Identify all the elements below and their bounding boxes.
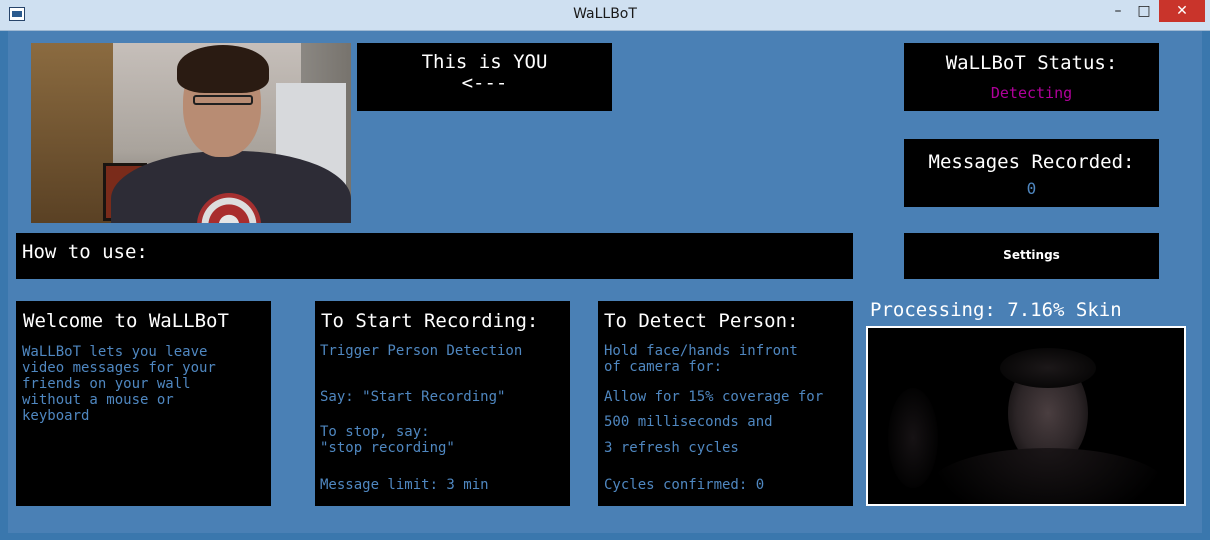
skin-detection-preview (866, 326, 1186, 506)
you-indicator-text: This is YOU (421, 51, 548, 73)
cycles-confirmed: Cycles confirmed: 0 (604, 477, 765, 493)
messages-recorded-count: 0 (1026, 179, 1037, 198)
skin-hair-region (1000, 348, 1096, 388)
processing-label: Processing: 7.16% Skin (870, 299, 1122, 321)
stop-instructions: To stop, say: "stop recording" (320, 424, 455, 456)
status-panel: WaLLBoT Status: Detecting (904, 43, 1159, 111)
minimize-button[interactable]: – (1105, 0, 1131, 22)
welcome-body: WaLLBoT lets you leave video messages fo… (22, 344, 216, 424)
webcam-cabinet (31, 43, 113, 223)
welcome-panel: Welcome to WaLLBoT WaLLBoT lets you leav… (16, 301, 271, 506)
webcam-person-hair (177, 45, 269, 93)
webcam-person-glasses (193, 95, 253, 105)
webcam-feed (31, 43, 351, 223)
window-title: WaLLBoT (573, 6, 637, 22)
messages-recorded-label: Messages Recorded: (928, 151, 1135, 173)
detect-step-cycles: 3 refresh cycles (604, 440, 739, 456)
start-step-trigger: Trigger Person Detection (320, 343, 523, 359)
messages-recorded-panel: Messages Recorded: 0 (904, 139, 1159, 207)
detect-person-panel: To Detect Person: Hold face/hands infron… (598, 301, 853, 506)
settings-button[interactable]: Settings (904, 233, 1159, 279)
message-limit: Message limit: 3 min (320, 477, 489, 493)
detect-step-duration: 500 milliseconds and (604, 414, 773, 430)
start-recording-panel: To Start Recording: Trigger Person Detec… (315, 301, 570, 506)
how-to-use-bar: How to use: (16, 233, 853, 279)
status-value: Detecting (990, 84, 1073, 102)
start-recording-title: To Start Recording: (321, 310, 539, 332)
you-indicator-arrow: <--- (461, 72, 508, 94)
detect-person-title: To Detect Person: (604, 310, 799, 332)
how-to-use-label: How to use: (22, 241, 148, 263)
title-bar[interactable]: WaLLBoT – □ ✕ (0, 0, 1210, 31)
maximize-button[interactable]: □ (1131, 0, 1157, 22)
settings-button-label: Settings (1003, 248, 1060, 262)
close-button[interactable]: ✕ (1159, 0, 1205, 22)
status-label: WaLLBoT Status: (945, 52, 1118, 74)
welcome-title: Welcome to WaLLBoT (23, 310, 229, 332)
skin-noise-region (888, 388, 938, 488)
skin-shoulder-region (928, 448, 1168, 504)
detect-step-coverage: Allow for 15% coverage for (604, 389, 824, 405)
detect-step-hold: Hold face/hands infront of camera for: (604, 343, 798, 375)
start-step-say: Say: "Start Recording" (320, 389, 506, 405)
you-indicator-panel: This is YOU <--- (357, 43, 612, 111)
